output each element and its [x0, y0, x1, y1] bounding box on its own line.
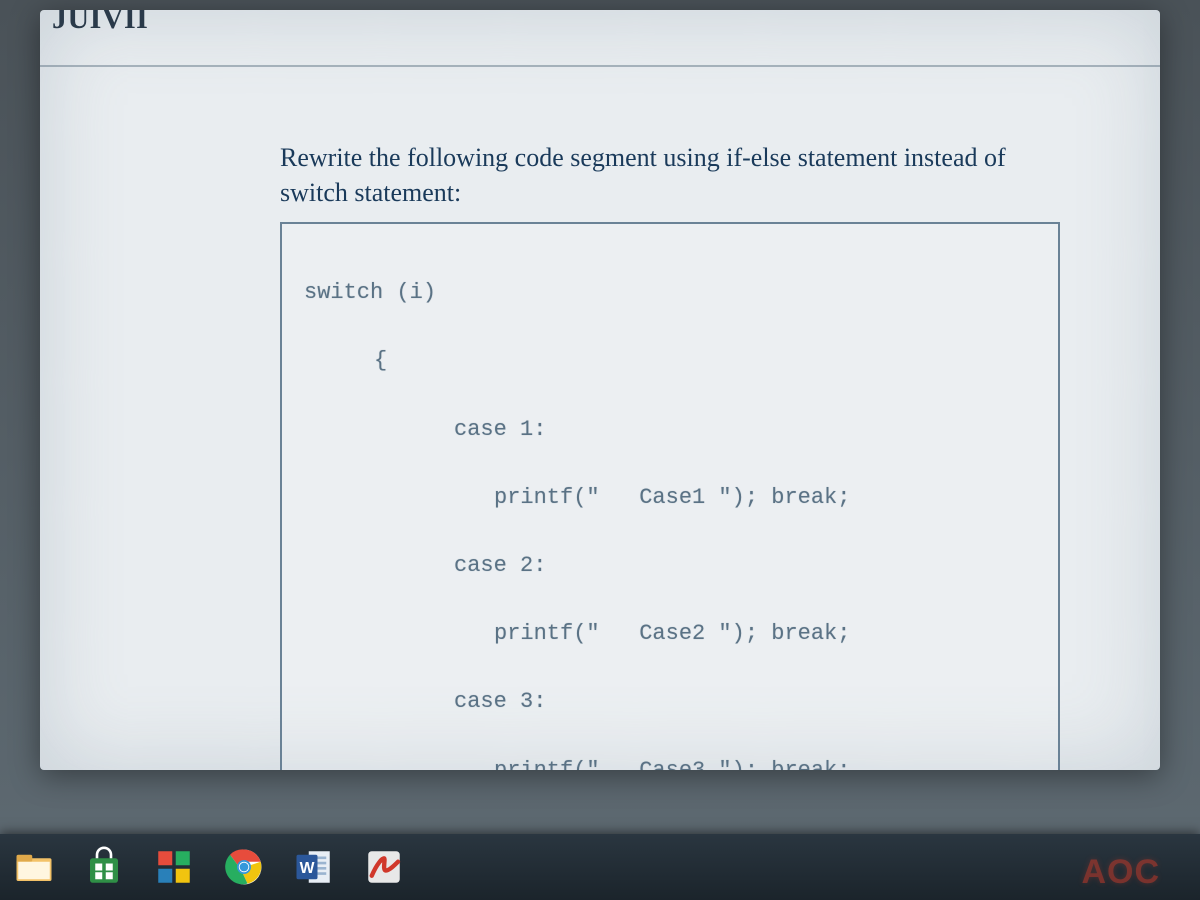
document-viewport: JUIVII Rewrite the following code segmen… — [0, 0, 1200, 834]
monitor-brand-glow: AOC — [1081, 853, 1160, 892]
question-block: Rewrite the following code segment using… — [280, 140, 1060, 770]
prompt-line-2: switch statement: — [280, 178, 461, 207]
code-line: switch (i) — [304, 276, 1036, 310]
code-line: printf(" Case3 "); break; — [304, 754, 1036, 770]
code-line: { — [304, 344, 1036, 378]
windows-taskbar[interactable]: W — [0, 834, 1200, 900]
question-prompt: Rewrite the following code segment using… — [280, 140, 1060, 210]
document-page: JUIVII Rewrite the following code segmen… — [40, 10, 1160, 770]
store-icon[interactable] — [80, 843, 128, 891]
code-box: switch (i) { case 1: printf(" Case1 "); … — [280, 222, 1060, 770]
adobe-reader-icon[interactable] — [360, 843, 408, 891]
prompt-line-1: Rewrite the following code segment using… — [280, 143, 1006, 172]
code-line: case 2: — [304, 549, 1036, 583]
code-line: printf(" Case1 "); break; — [304, 481, 1036, 515]
file-explorer-icon[interactable] — [10, 843, 58, 891]
word-icon[interactable]: W — [290, 843, 338, 891]
code-line: case 1: — [304, 413, 1036, 447]
svg-text:W: W — [300, 860, 315, 877]
code-line: printf(" Case2 "); break; — [304, 617, 1036, 651]
monitor-screen: JUIVII Rewrite the following code segmen… — [0, 0, 1200, 900]
cropped-header-text: JUIVII — [52, 10, 148, 36]
windows-tiles-icon[interactable] — [150, 843, 198, 891]
code-line: case 3: — [304, 685, 1036, 719]
chrome-icon[interactable] — [220, 843, 268, 891]
